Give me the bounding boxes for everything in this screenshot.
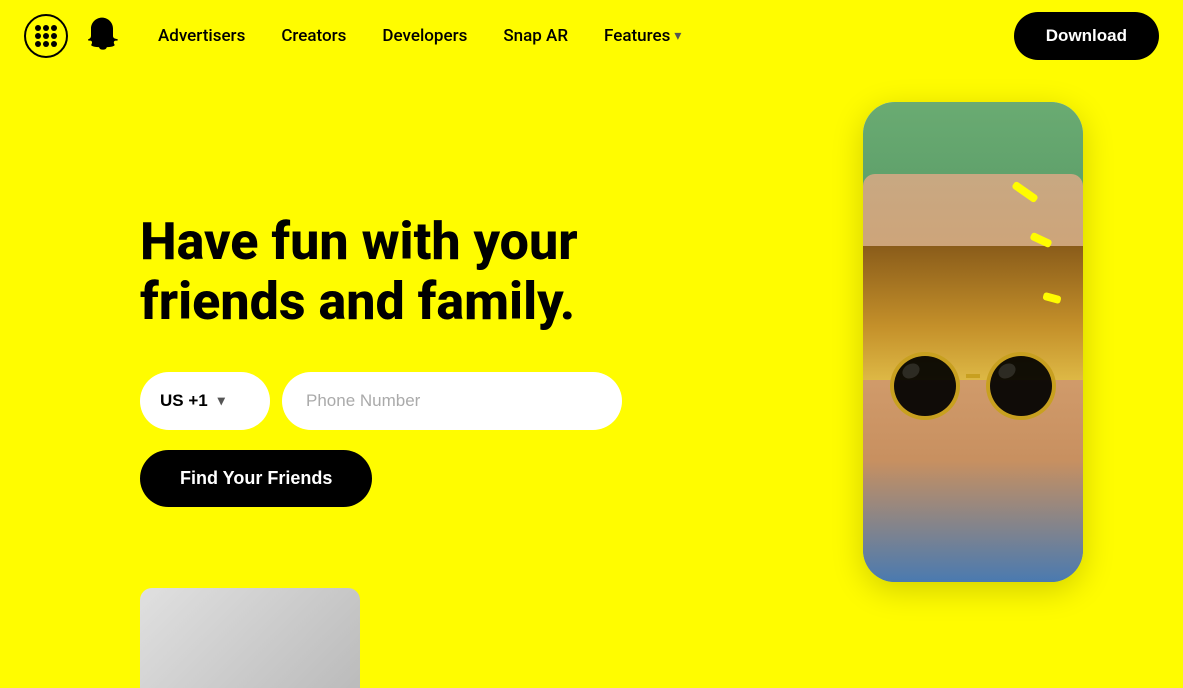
phone-number-input[interactable] <box>282 372 622 430</box>
hero-content: Have fun with your friends and family. U… <box>140 132 660 507</box>
grid-icon <box>35 25 57 47</box>
hero-title: Have fun with your friends and family. <box>140 212 660 332</box>
bottom-preview-content <box>140 588 360 688</box>
dropdown-chevron-icon: ▾ <box>218 392 225 409</box>
nav-item-features[interactable]: Features ▾ <box>590 18 695 54</box>
find-friends-button[interactable]: Find Your Friends <box>140 450 372 507</box>
nav-item-snap-ar[interactable]: Snap AR <box>489 18 582 54</box>
right-lens <box>986 352 1056 420</box>
hero-form: US +1 ▾ <box>140 372 660 430</box>
glasses-bridge <box>966 374 980 378</box>
nav-links: Advertisers Creators Developers Snap AR … <box>144 18 695 54</box>
phone-screen <box>863 102 1083 582</box>
grid-menu-button[interactable] <box>24 14 68 58</box>
snapchat-logo[interactable] <box>80 14 124 58</box>
hero-section: Have fun with your friends and family. U… <box>0 72 1183 688</box>
phone-mockup <box>863 102 1083 582</box>
ar-sunglasses <box>890 352 1056 420</box>
nav-item-developers[interactable]: Developers <box>368 18 481 54</box>
nav-right: Download <box>1014 12 1159 60</box>
nav-item-advertisers[interactable]: Advertisers <box>144 18 259 54</box>
nav-item-creators[interactable]: Creators <box>267 18 360 54</box>
left-lens <box>890 352 960 420</box>
nav-left <box>24 14 124 58</box>
chevron-down-icon: ▾ <box>674 28 681 44</box>
bottom-preview-image <box>140 588 360 688</box>
country-code-value: US +1 <box>160 391 208 411</box>
country-code-selector[interactable]: US +1 ▾ <box>140 372 270 430</box>
download-button[interactable]: Download <box>1014 12 1159 60</box>
navbar: Advertisers Creators Developers Snap AR … <box>0 0 1183 72</box>
